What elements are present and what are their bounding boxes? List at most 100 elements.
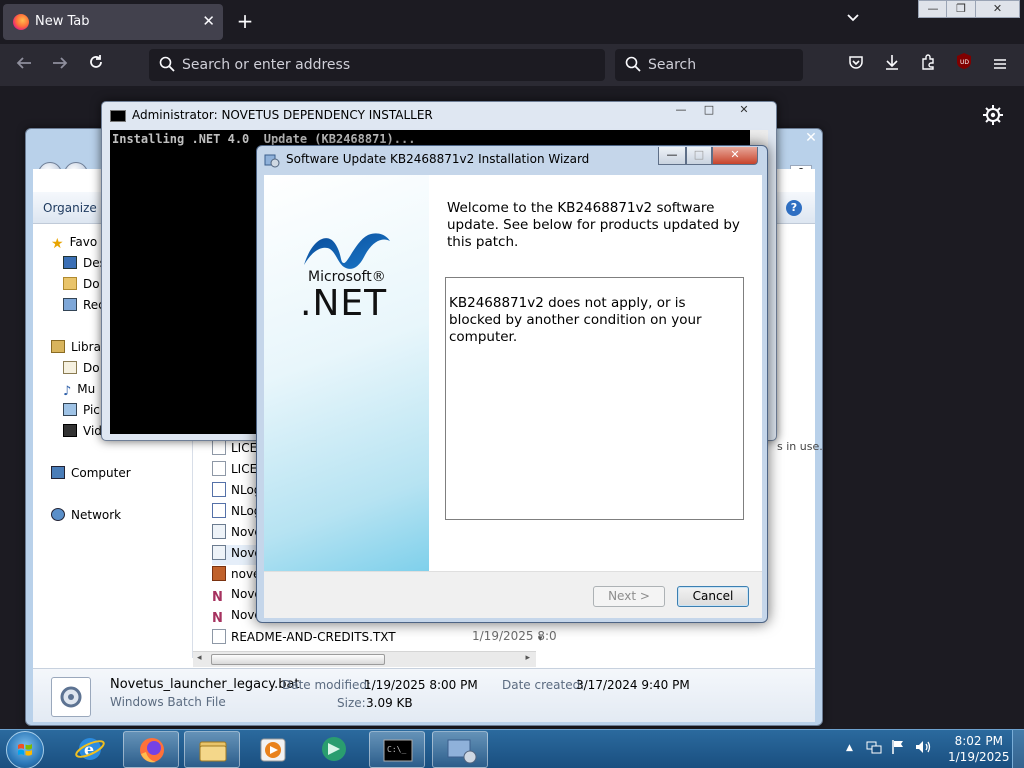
cmd-icon[interactable]: C:\_ — [369, 731, 425, 768]
show-hidden-icons-icon[interactable]: ▲ — [846, 743, 853, 753]
nav-label: Favo — [69, 235, 98, 249]
file-date: 1/19/2025 8:0 — [472, 629, 557, 643]
pocket-icon[interactable] — [842, 52, 870, 78]
flag-icon[interactable] — [890, 739, 906, 758]
scroll-down-icon[interactable]: ▾ — [538, 634, 543, 644]
extensions-icon[interactable] — [914, 52, 942, 78]
minimize-button[interactable]: — — [918, 0, 948, 18]
nav-libraries[interactable]: Libra — [51, 340, 101, 358]
modified-label: Date modified: — [282, 678, 372, 692]
menu-icon[interactable] — [986, 52, 1014, 78]
dotnet-side-panel: Microsoft® .NET — [264, 175, 429, 571]
svg-text:C:\_: C:\_ — [387, 745, 406, 754]
text-file-icon — [212, 440, 226, 455]
firefox-icon[interactable] — [123, 731, 179, 768]
recent-places-icon — [63, 298, 77, 311]
media-player-icon[interactable] — [245, 731, 301, 768]
reload-icon[interactable] — [82, 52, 110, 78]
file-row[interactable]: LICEI — [212, 440, 261, 460]
nav-favorites[interactable]: ★ Favo — [51, 235, 97, 253]
file-row[interactable]: N Nove — [212, 587, 262, 607]
batch-file-icon — [51, 677, 91, 717]
file-row[interactable]: LICEI — [212, 461, 261, 481]
maximize-button[interactable]: □ — [696, 103, 722, 119]
close-window-button[interactable]: ✕ — [726, 103, 762, 119]
nav-label: Vid — [83, 424, 102, 438]
chevron-down-icon[interactable] — [846, 11, 860, 27]
nav-computer[interactable]: Computer — [51, 466, 131, 484]
url-bar[interactable]: Search or enter address — [149, 49, 605, 81]
scroll-right-icon[interactable]: ▸ — [525, 653, 530, 663]
close-icon[interactable]: ✕ — [202, 12, 215, 30]
file-row[interactable]: N Nove — [212, 608, 262, 628]
nav-label: Do — [83, 361, 100, 375]
installer-dialog: Software Update KB2468871v2 Installation… — [256, 145, 768, 623]
nav-documents[interactable]: Do — [63, 361, 100, 379]
nav-label: Network — [71, 508, 122, 522]
horizontal-scrollbar[interactable]: ◂ ▸ — [193, 651, 536, 667]
ie-icon[interactable]: e — [62, 731, 118, 768]
organize-button[interactable]: Organize — [43, 201, 97, 215]
console-output: Installing .NET 4.0 Update (KB2468871)..… — [112, 132, 416, 146]
gear-icon[interactable] — [982, 104, 1004, 126]
cancel-button[interactable]: Cancel — [677, 586, 749, 607]
file-row[interactable]: NLog — [212, 503, 261, 523]
close-window-button[interactable]: ✕ — [712, 147, 758, 165]
file-row[interactable]: NLog — [212, 482, 261, 502]
search-bar[interactable]: Search — [615, 49, 803, 81]
next-button[interactable]: Next > — [593, 586, 665, 607]
novetus-taskbar-icon[interactable] — [306, 731, 362, 768]
windows-start-icon[interactable] — [6, 731, 44, 768]
dialog-title: Software Update KB2468871v2 Installation… — [286, 152, 590, 166]
url-placeholder: Search or enter address — [182, 57, 351, 73]
file-row[interactable]: nove — [212, 566, 260, 586]
nav-network[interactable]: Network — [51, 508, 121, 526]
dialog-body: Microsoft® .NET Welcome to the KB2468871… — [264, 175, 762, 571]
show-desktop-button[interactable] — [1012, 730, 1024, 768]
close-icon[interactable]: ✕ — [796, 131, 826, 147]
network-icon[interactable] — [866, 739, 882, 758]
file-row[interactable]: Nove — [212, 524, 262, 544]
forward-arrow-icon[interactable] — [46, 52, 74, 78]
volume-icon[interactable] — [914, 739, 932, 758]
config-file-icon — [212, 482, 226, 497]
nav-videos[interactable]: Vid — [63, 424, 102, 442]
documents-icon — [63, 361, 77, 374]
batch-file-icon — [212, 545, 226, 560]
details-pane: Novetus_launcher_legacy.bat Windows Batc… — [33, 668, 815, 722]
close-window-button[interactable]: ✕ — [975, 0, 1020, 18]
nav-desktop[interactable]: Des — [63, 256, 106, 274]
nav-music[interactable]: ♪ Mu — [63, 382, 95, 400]
novetus-icon: N — [212, 611, 223, 626]
scroll-thumb[interactable] — [211, 654, 385, 665]
download-icon[interactable] — [878, 52, 906, 78]
restore-button[interactable]: ❐ — [946, 0, 976, 18]
back-arrow-icon[interactable] — [10, 52, 38, 78]
system-clock[interactable]: 8:02 PM 1/19/2025 — [948, 733, 1010, 765]
nav-pictures[interactable]: Pic — [63, 403, 100, 421]
minimize-button[interactable]: — — [668, 103, 694, 119]
minimize-button[interactable]: — — [658, 147, 686, 165]
scroll-left-icon[interactable]: ◂ — [197, 653, 202, 663]
installer-taskbar-icon[interactable] — [432, 731, 488, 768]
clock-date: 1/19/2025 — [948, 750, 1010, 764]
modified-value: 1/19/2025 8:00 PM — [364, 678, 478, 692]
search-icon — [159, 56, 175, 72]
batch-file-icon — [212, 524, 226, 539]
maximize-button[interactable]: □ — [686, 147, 712, 165]
nav-downloads[interactable]: Do — [63, 277, 100, 295]
nav-label: Do — [83, 277, 100, 291]
status-message: KB2468871v2 does not apply, or is blocke… — [449, 295, 702, 345]
nav-recent[interactable]: Rec — [63, 298, 105, 316]
folder-icon[interactable] — [184, 731, 240, 768]
file-row-selected[interactable]: Nove — [212, 545, 262, 565]
firefox-tabbar: New Tab ✕ + — ❐ ✕ — [0, 0, 1024, 44]
folder-icon — [63, 277, 77, 290]
details-filename: Novetus_launcher_legacy.bat — [110, 677, 300, 692]
file-row[interactable]: README-AND-CREDITS.TXT 1/19/2025 8:0 — [212, 629, 557, 649]
plus-icon[interactable]: + — [232, 9, 258, 35]
ublock-icon[interactable]: UD — [950, 52, 978, 78]
help-icon[interactable]: ? — [786, 200, 802, 216]
tab-new-tab[interactable]: New Tab ✕ — [3, 4, 223, 40]
file-name: README-AND-CREDITS.TXT — [231, 630, 396, 644]
